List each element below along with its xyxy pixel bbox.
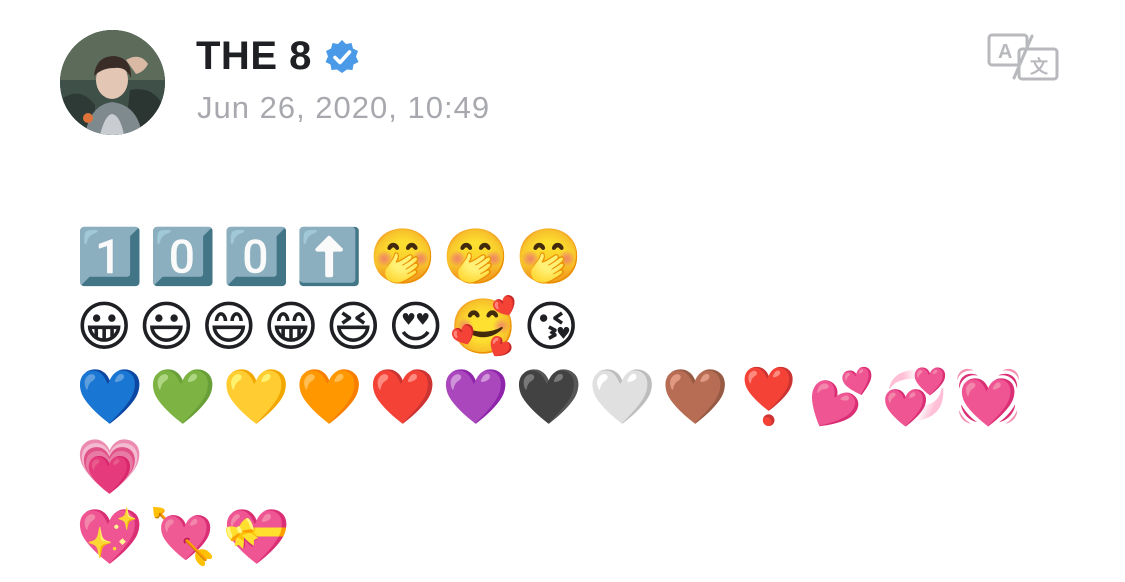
post-timestamp: Jun 26, 2020, 10:49 [197, 90, 491, 125]
svg-text:A: A [998, 41, 1012, 63]
avatar[interactable] [60, 30, 165, 135]
author-name[interactable]: THE 8 [196, 34, 312, 79]
author-name-row: THE 8 [196, 34, 360, 79]
post-body: 1️⃣0️⃣0️⃣⬆️🤭🤭🤭 😀😃😄😁😆😍🥰😘 💙💚💛🧡❤️💜🖤🤍🤎❣️💕💞💓💗… [76, 225, 1029, 568]
svg-text:文: 文 [1030, 56, 1049, 78]
profile-photo-icon [60, 30, 165, 135]
verified-badge-icon [325, 39, 359, 73]
translate-icon: A 文 [987, 33, 1059, 81]
translate-button[interactable]: A 文 [986, 32, 1060, 82]
